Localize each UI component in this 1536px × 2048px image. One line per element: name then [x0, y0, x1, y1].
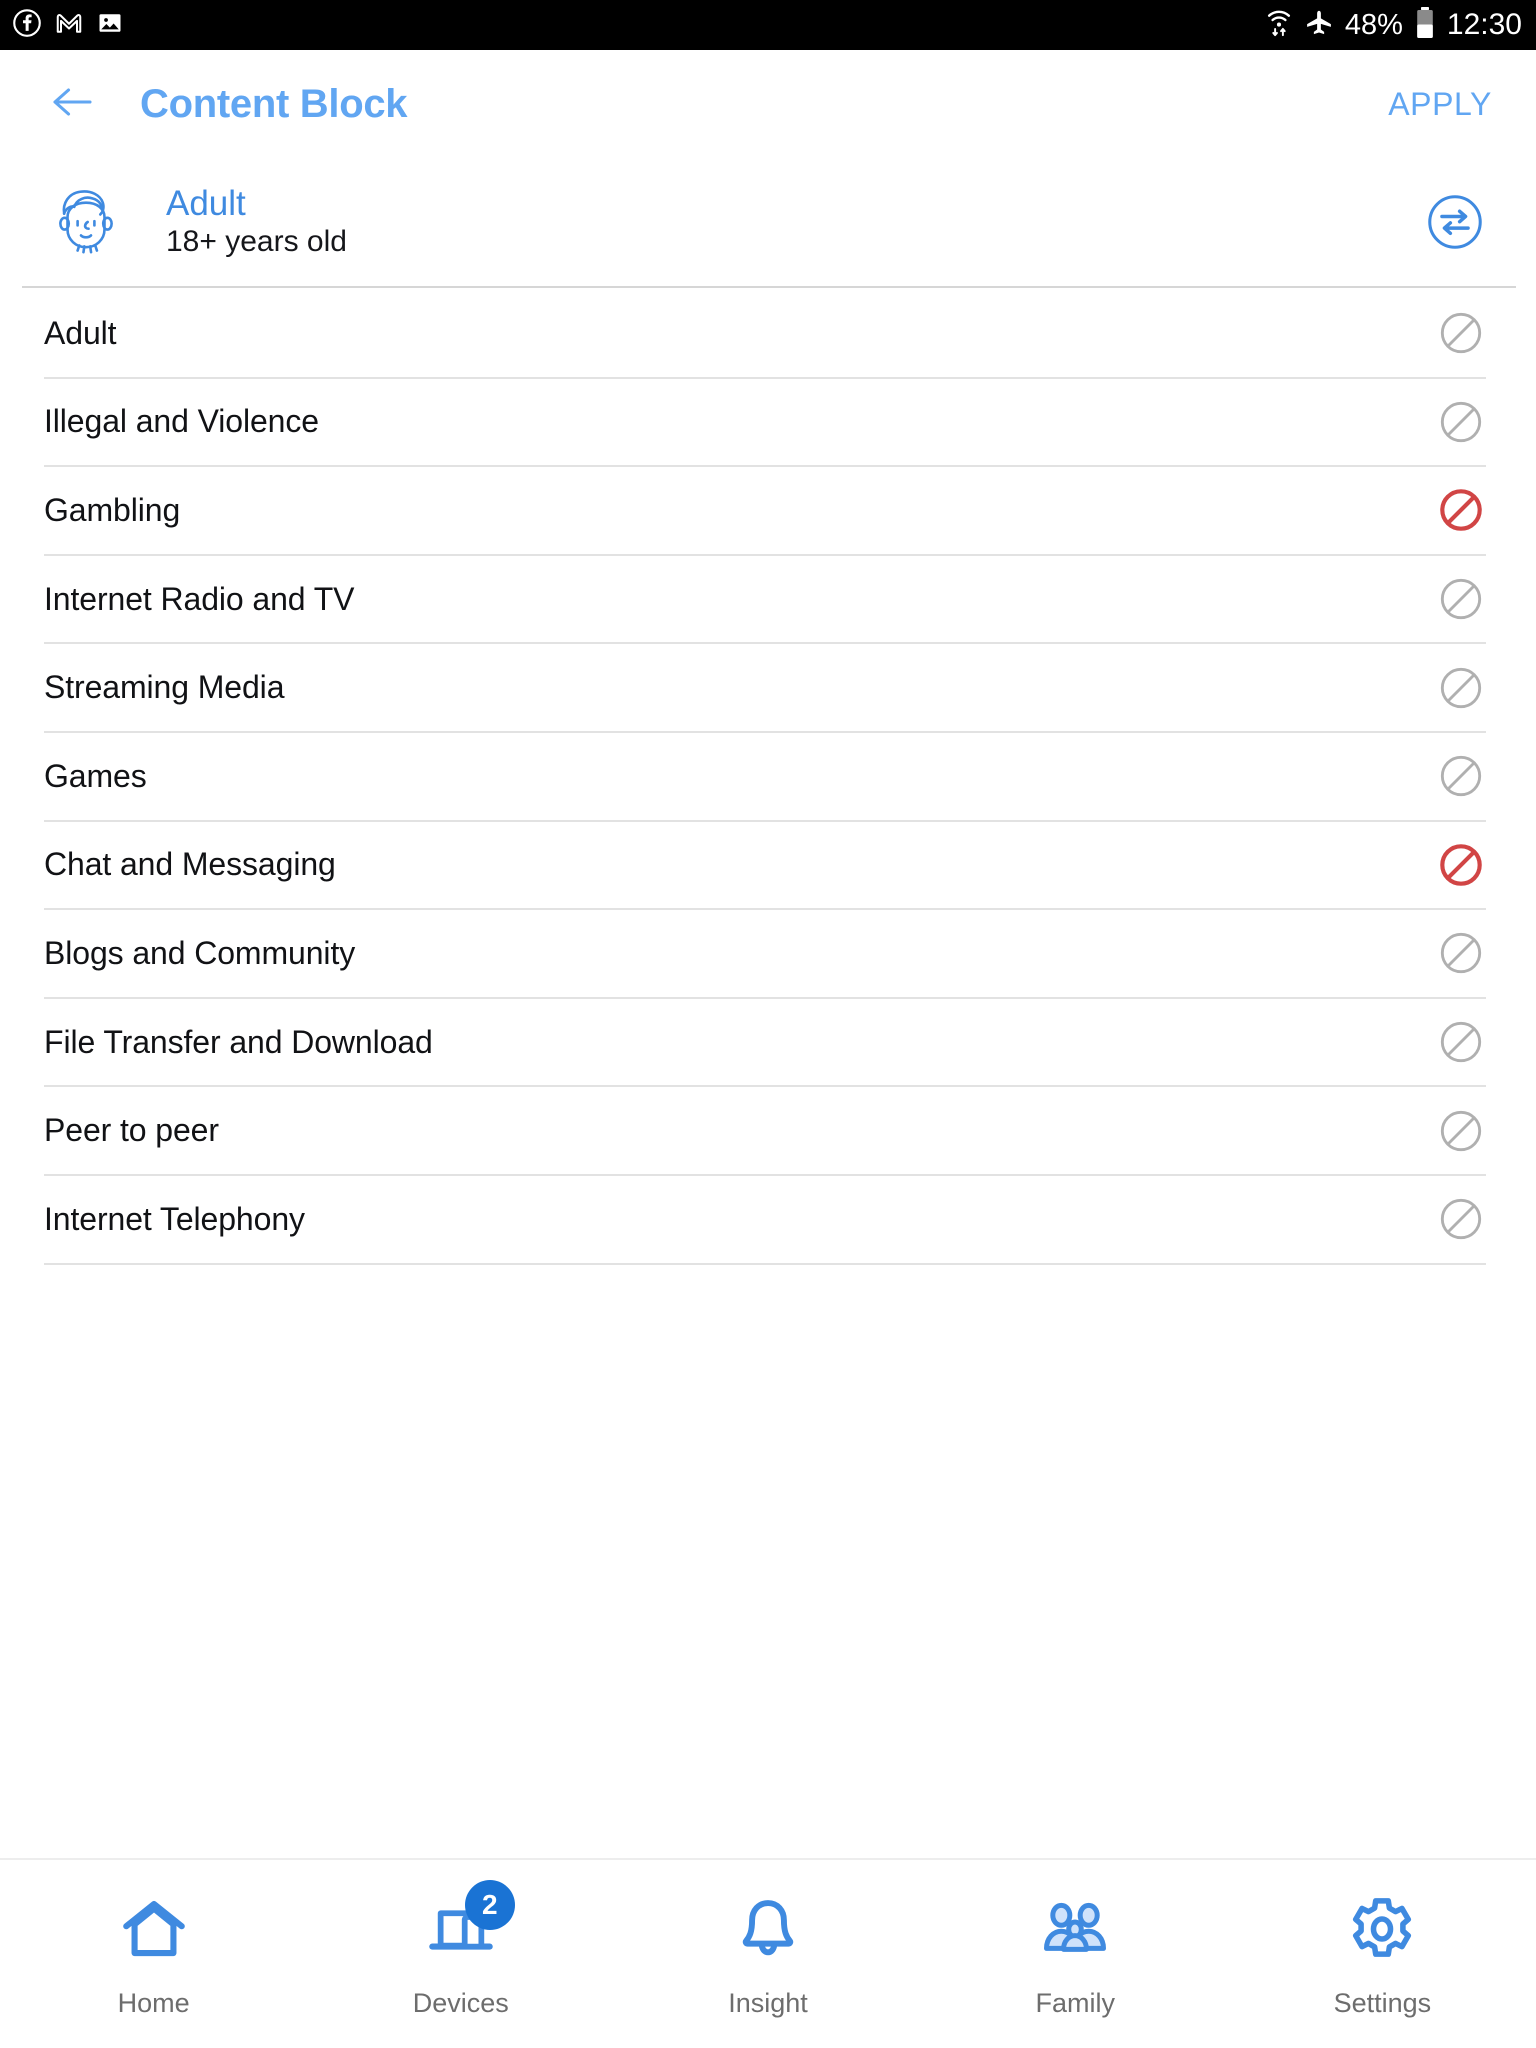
adult-face-avatar-icon: [44, 180, 128, 264]
category-row[interactable]: Peer to peer: [0, 1087, 1536, 1174]
category-row[interactable]: Gambling: [0, 467, 1536, 554]
block-circle-icon[interactable]: [1438, 1019, 1484, 1065]
category-row[interactable]: Streaming Media: [0, 644, 1536, 731]
category-label: Illegal and Violence: [44, 403, 319, 440]
nav-item-label: Settings: [1333, 1988, 1432, 2018]
nav-item-family[interactable]: Family: [922, 1860, 1229, 2048]
content-block-category-list: Adult Illegal and Violence Gambling Interne…: [0, 288, 1536, 1858]
nav-item-label: Devices: [412, 1988, 509, 2018]
app-bar: Content Block APPLY: [0, 50, 1536, 158]
category-label: Gambling: [44, 491, 181, 528]
category-label: Adult: [44, 314, 117, 351]
back-arrow-icon: [50, 83, 94, 126]
block-circle-icon[interactable]: [1438, 753, 1484, 799]
family-icon: [1027, 1884, 1123, 1974]
category-row[interactable]: Chat and Messaging: [0, 822, 1536, 909]
category-label: Streaming Media: [44, 669, 285, 706]
block-circle-icon[interactable]: [1438, 399, 1484, 445]
category-row[interactable]: File Transfer and Download: [0, 999, 1536, 1086]
bell-icon: [720, 1884, 816, 1974]
block-circle-icon[interactable]: [1438, 665, 1484, 711]
profile-text-block: Adult 18+ years old: [166, 184, 347, 260]
profile-age-label: 18+ years old: [166, 225, 347, 259]
category-row[interactable]: Adult: [0, 290, 1536, 377]
back-button[interactable]: [46, 78, 98, 130]
row-divider: [44, 1262, 1486, 1265]
block-circle-icon[interactable]: [1438, 487, 1484, 533]
battery-percent-label: 48%: [1344, 8, 1403, 41]
status-bar-system-icons: 48% 12:30: [1265, 6, 1522, 45]
category-label: File Transfer and Download: [44, 1023, 433, 1060]
clock-label: 12:30: [1446, 8, 1522, 41]
bottom-navigation-bar: Home 2 Devices Insight Family Settings: [0, 1858, 1536, 2048]
nav-item-label: Insight: [728, 1988, 808, 2018]
gmail-icon: [54, 8, 84, 43]
nav-item-insight[interactable]: Insight: [614, 1860, 921, 2048]
category-label: Internet Telephony: [44, 1200, 305, 1237]
facebook-icon: [12, 8, 42, 43]
profile-header[interactable]: Adult 18+ years old: [0, 158, 1536, 286]
category-row[interactable]: Illegal and Violence: [0, 379, 1536, 466]
category-label: Blogs and Community: [44, 934, 356, 971]
category-label: Chat and Messaging: [44, 846, 336, 883]
photo-icon: [96, 9, 124, 42]
switch-profile-button[interactable]: [1426, 193, 1484, 251]
battery-icon: [1414, 6, 1436, 45]
block-circle-icon[interactable]: [1438, 576, 1484, 622]
page-title: Content Block: [140, 81, 408, 126]
nav-item-label: Home: [117, 1988, 190, 2018]
apply-button[interactable]: APPLY: [1384, 76, 1496, 133]
nav-item-devices[interactable]: 2 Devices: [307, 1860, 614, 2048]
devices-icon: 2: [413, 1880, 515, 1974]
category-row[interactable]: Blogs and Community: [0, 910, 1536, 997]
category-row[interactable]: Internet Radio and TV: [0, 556, 1536, 643]
notification-badge: 2: [464, 1880, 515, 1930]
wifi-icon: [1265, 7, 1293, 44]
nav-item-settings[interactable]: Settings: [1229, 1860, 1536, 2048]
category-row[interactable]: Games: [0, 733, 1536, 820]
category-label: Internet Radio and TV: [44, 580, 355, 617]
category-row[interactable]: Internet Telephony: [0, 1176, 1536, 1263]
category-label: Games: [44, 757, 147, 794]
gear-icon: [1334, 1884, 1430, 1974]
block-circle-icon[interactable]: [1438, 1108, 1484, 1154]
status-bar: 48% 12:30: [0, 0, 1536, 50]
block-circle-icon[interactable]: [1438, 1196, 1484, 1242]
app-screen: 48% 12:30 Content Block APPLY Adult 18+ …: [0, 0, 1536, 2048]
category-label: Peer to peer: [44, 1112, 219, 1149]
nav-item-label: Family: [1035, 1988, 1115, 2018]
status-bar-notification-icons: [12, 8, 124, 43]
home-icon: [106, 1884, 202, 1974]
nav-item-home[interactable]: Home: [0, 1860, 307, 2048]
block-circle-icon[interactable]: [1438, 310, 1484, 356]
profile-name-label: Adult: [166, 184, 246, 224]
block-circle-icon[interactable]: [1438, 930, 1484, 976]
block-circle-icon[interactable]: [1438, 842, 1484, 888]
airplane-mode-icon: [1304, 8, 1334, 43]
